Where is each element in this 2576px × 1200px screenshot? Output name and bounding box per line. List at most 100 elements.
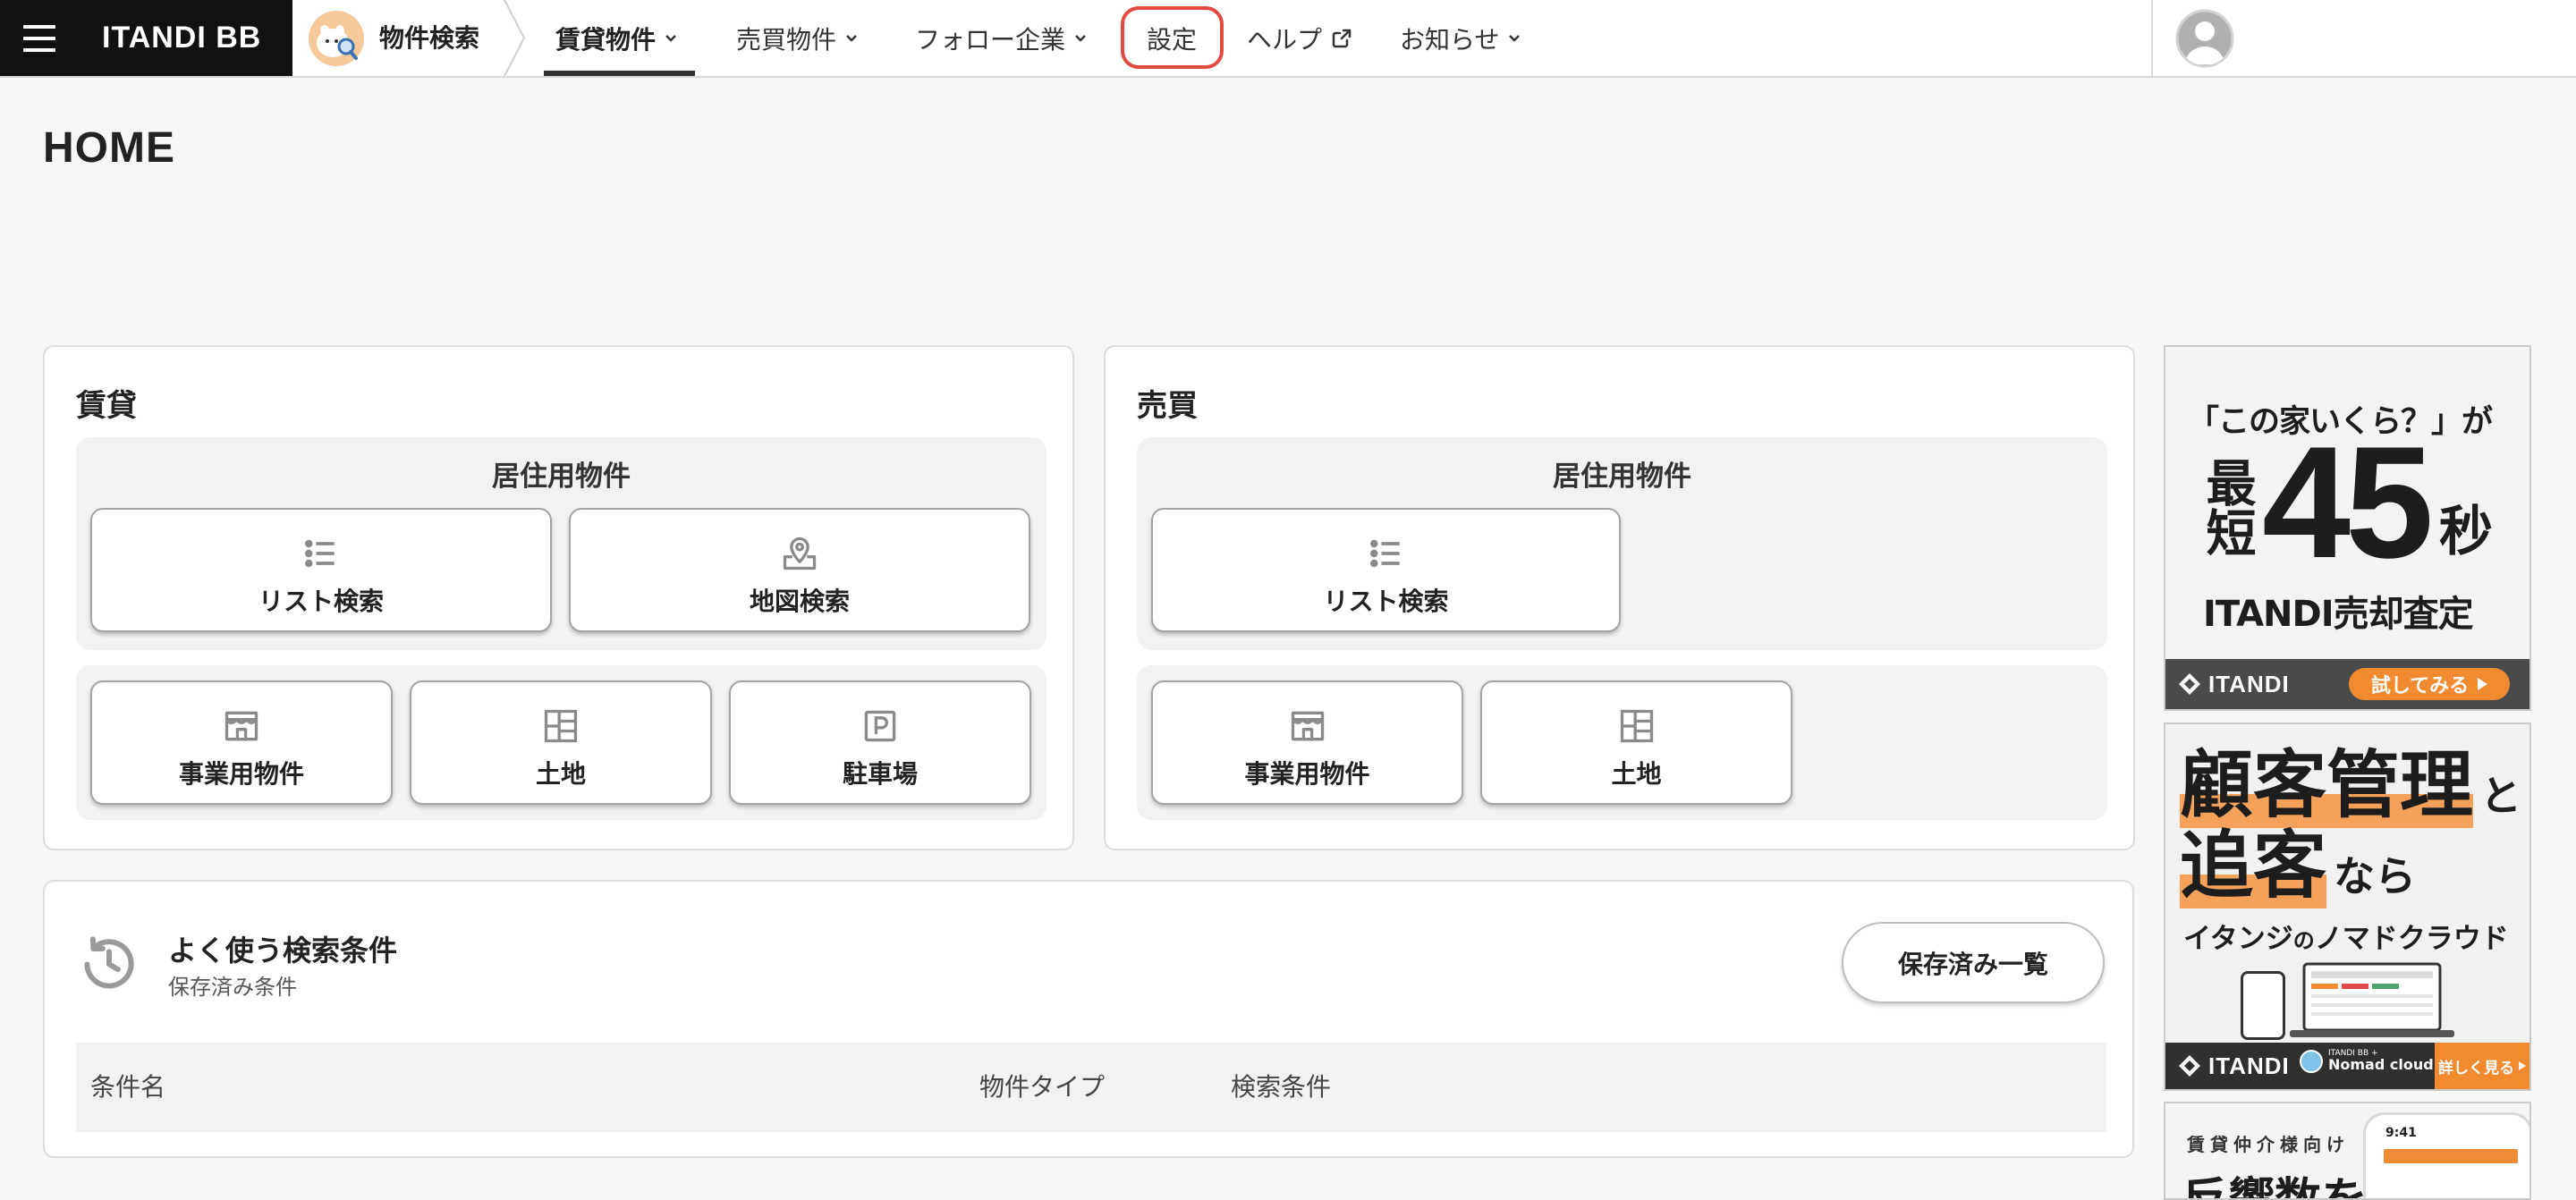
ad-headline: 反響数を (2182, 1162, 2368, 1198)
ad-lead: 最短 (2198, 457, 2256, 557)
itandi-logo-icon (2179, 1055, 2200, 1077)
sale-residential-panel: 居住用物件 リスト検索 (1137, 437, 2107, 650)
hamburger-icon[interactable] (23, 22, 55, 55)
rent-commercial-button[interactable]: 事業用物件 (90, 680, 393, 805)
tile-label: 事業用物件 (1244, 759, 1370, 789)
saved-searches-subtitle: 保存済み条件 (168, 975, 297, 1000)
ad-headline-1-suffix: と (2480, 772, 2522, 820)
sale-residential-heading: 居住用物件 (1553, 461, 1691, 493)
tile-label: 地図検索 (749, 587, 850, 616)
rent-land-button[interactable]: 土地 (410, 680, 712, 805)
phone-header-bar (2384, 1149, 2518, 1163)
list-icon (301, 534, 341, 573)
settings-highlight-outline (1121, 6, 1224, 69)
saved-searches-card: よく使う検索条件 保存済み条件 保存済み一覧 条件名 物件タイプ 検索条件 (43, 880, 2134, 1158)
history-icon (84, 936, 134, 989)
ad-tagline-part: ノマドクラウド (2314, 923, 2509, 955)
tile-label: 駐車場 (842, 759, 918, 789)
play-icon (2478, 678, 2488, 690)
rent-map-search-button[interactable]: 地図検索 (569, 508, 1030, 632)
ad-banner-rental-brokers[interactable]: 賃貸仲介様向け 反響数を 9:41 (2164, 1102, 2531, 1200)
ad-cta-label: 詳しく見る (2438, 1059, 2514, 1077)
sale-card: 売買 居住用物件 リスト検索 事業用物件 土地 (1104, 345, 2135, 850)
logo[interactable]: ITANDI BB (102, 0, 261, 76)
chevron-down-icon (846, 35, 857, 42)
map-pin-icon (780, 534, 819, 573)
nav-label: フォロー企業 (915, 24, 1066, 55)
ad-banner-nomad-cloud[interactable]: 顧客管理と 追客 なら イタンジのノマドクラウド ITANDI ITANDI BB… (2164, 723, 2531, 1091)
laptop-mockup (2290, 962, 2454, 1037)
app-name[interactable]: 物件検索 (379, 0, 479, 76)
saved-searches-title: よく使う検索条件 (168, 934, 398, 968)
ad-brand-name: ITANDI (2208, 670, 2290, 697)
breadcrumb-separator (504, 0, 526, 76)
sale-land-button[interactable]: 土地 (1480, 680, 1792, 805)
ad-eyebrow: 賃貸仲介様向け (2187, 1134, 2350, 1155)
nav-label: 売買物件 (736, 24, 837, 55)
brand-block: ITANDI BB (0, 0, 292, 76)
mascot-icon[interactable] (309, 11, 364, 66)
rent-list-search-button[interactable]: リスト検索 (90, 508, 552, 632)
ad-partner: ITANDI BB + Nomad cloud (2300, 1049, 2434, 1074)
tile-label: リスト検索 (1323, 587, 1449, 616)
rent-parking-button[interactable]: 駐車場 (729, 680, 1031, 805)
rent-title: 賃貸 (76, 388, 137, 424)
chevron-down-icon (1075, 35, 1086, 42)
nav-label: お知らせ (1400, 24, 1500, 55)
phone-mockup (2241, 971, 2285, 1040)
rent-card: 賃貸 居住用物件 リスト検索 地図検索 事業用物件 土地 駐車場 (43, 345, 1074, 850)
ad-banner-sale-appraisal[interactable]: 「この家いくら？」が 最短 45 秒 ITANDI売却査定 ITANDI 試して… (2164, 345, 2531, 711)
nav-rent-properties[interactable]: 賃貸物件 (555, 0, 677, 76)
ad-headline-2-highlight: 追客 (2180, 824, 2327, 908)
ad-cta-button[interactable]: 詳しく見る (2435, 1043, 2529, 1089)
ad-headline-2-suffix: なら (2334, 852, 2417, 900)
nav-followed-companies[interactable]: フォロー企業 (915, 0, 1087, 76)
nomad-cloud-icon (2300, 1050, 2323, 1074)
land-icon (541, 706, 580, 746)
user-avatar-icon[interactable] (2175, 9, 2234, 68)
ad-headline-2: 追客 なら (2180, 824, 2417, 908)
ad-brand-name: ITANDI (2208, 1052, 2290, 1079)
ad-tagline-part: イタンジ (2183, 923, 2293, 955)
top-nav: ITANDI BB 物件検索 賃貸物件 売買物件 フォロー企業 設定 ヘルプ お… (0, 0, 2576, 78)
sale-list-search-button[interactable]: リスト検索 (1151, 508, 1621, 632)
play-icon (2519, 1061, 2526, 1070)
nav-label: 賃貸物件 (555, 24, 657, 55)
phone-mockup: 9:41 (2363, 1112, 2529, 1198)
sale-commercial-button[interactable]: 事業用物件 (1151, 680, 1463, 805)
page-title: HOME (43, 124, 175, 172)
column-header-conditions: 検索条件 (1231, 1072, 1332, 1102)
itandi-logo-icon (2179, 673, 2200, 695)
ad-cta-button[interactable]: 試してみる (2349, 668, 2510, 700)
chevron-down-icon (665, 35, 676, 42)
nav-help[interactable]: ヘルプ (1247, 0, 1352, 76)
sale-other-panel: 事業用物件 土地 (1137, 665, 2107, 820)
ad-headline-1-highlight: 顧客管理 (2180, 743, 2474, 828)
parking-icon (860, 706, 900, 746)
store-icon (222, 706, 261, 746)
external-link-icon (1332, 29, 1352, 47)
ad-cta-label: 試してみる (2370, 675, 2470, 697)
ad-partner-name: Nomad cloud (2328, 1056, 2434, 1074)
saved-searches-table-header: 条件名 物件タイプ 検索条件 (76, 1043, 2106, 1132)
tile-label: 土地 (1611, 759, 1662, 789)
chevron-down-icon (1509, 35, 1521, 42)
nav-notifications[interactable]: お知らせ (1400, 0, 1521, 76)
ad-unit: 秒 (2439, 501, 2493, 563)
saved-list-button[interactable]: 保存済み一覧 (1842, 922, 2105, 1003)
tile-label: 事業用物件 (178, 759, 304, 789)
sale-residential-buttons: リスト検索 (1151, 508, 1621, 632)
ad-brand: ITANDI (2178, 671, 2290, 698)
nav-label: ヘルプ (1247, 24, 1323, 55)
ad-product: ITANDI売却査定 (2203, 594, 2474, 635)
nav-sale-properties[interactable]: 売買物件 (736, 0, 858, 76)
rent-residential-panel: 居住用物件 リスト検索 地図検索 (76, 437, 1046, 650)
ad-tagline-part: の (2292, 928, 2315, 953)
ad-footer-bar: ITANDI ITANDI BB + Nomad cloud 詳しく見る (2165, 1043, 2529, 1089)
rent-residential-heading: 居住用物件 (492, 461, 631, 493)
nav-divider (2151, 0, 2153, 76)
tile-label: リスト検索 (258, 587, 384, 616)
column-header-name: 条件名 (90, 1072, 166, 1102)
rent-residential-buttons: リスト検索 地図検索 (90, 508, 1030, 632)
ad-headline-1: 顧客管理と (2180, 743, 2522, 828)
